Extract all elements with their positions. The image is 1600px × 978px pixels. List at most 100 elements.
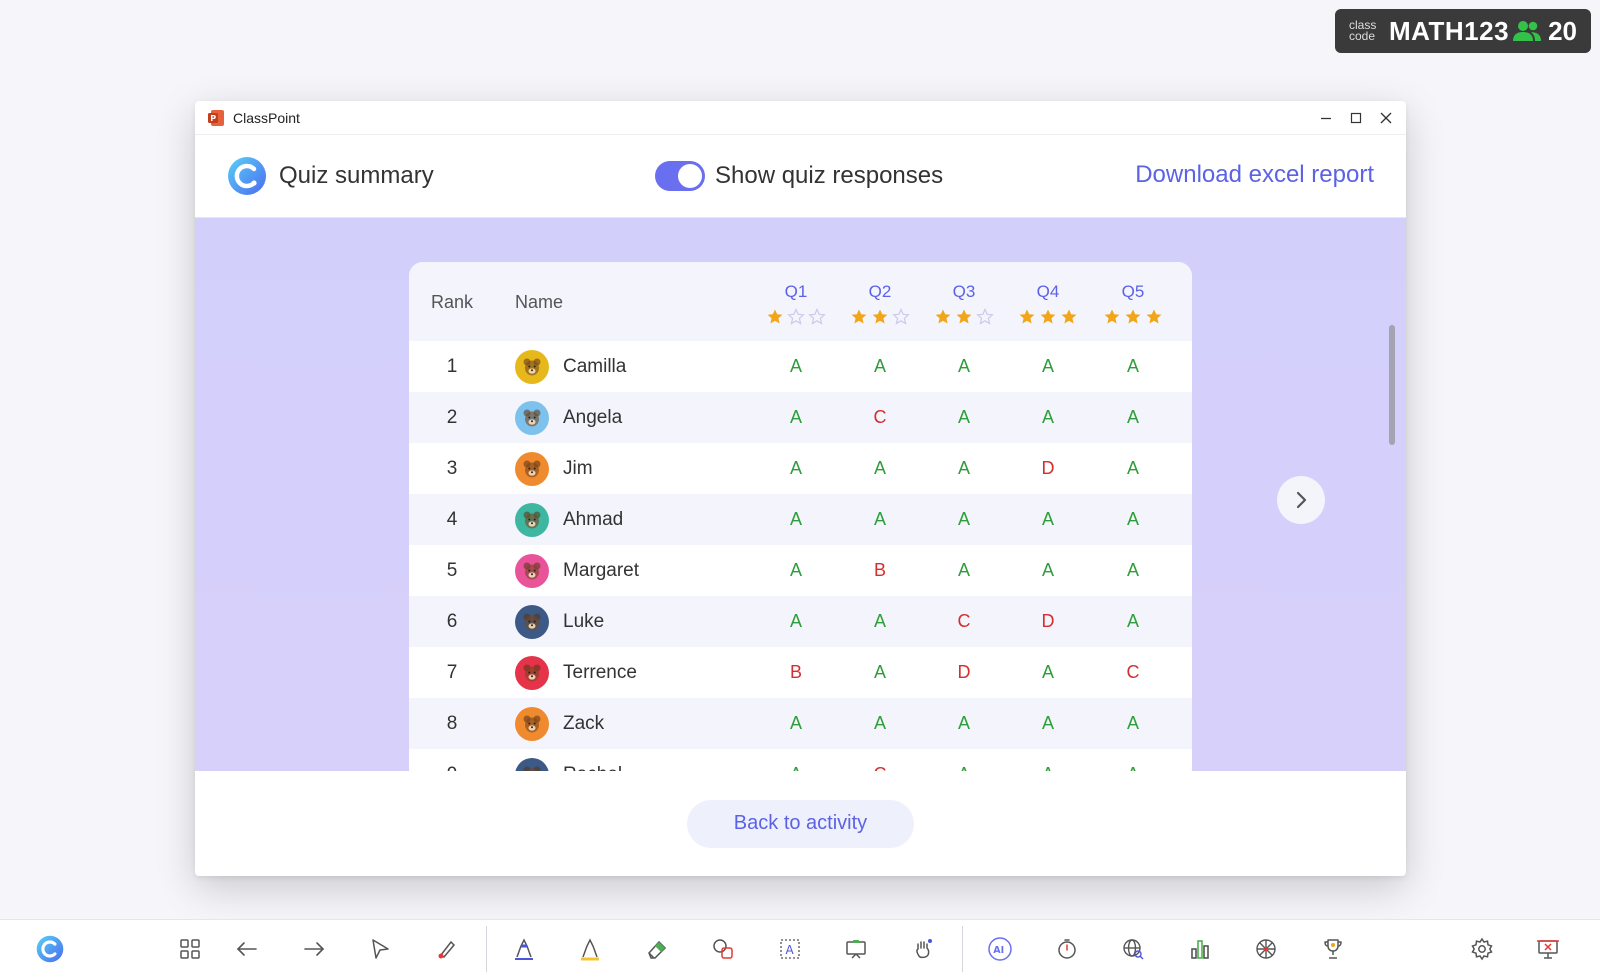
answer-cell-q1: A [789,611,802,631]
answer-cell-q5: A [1126,407,1139,427]
rank-cell: 8 [446,712,458,734]
ai-icon: AI [988,937,1012,961]
student-name: Camilla [563,355,627,377]
table-row[interactable]: 9RachelACAAA [409,749,1192,771]
question-header-q5[interactable]: Q5 [1090,282,1176,326]
pen-button[interactable] [505,930,543,968]
answer-cell-q2: A [873,713,886,733]
raccoon-avatar-icon [515,655,549,690]
whiteboard-button[interactable] [837,930,875,968]
svg-text:A: A [786,943,795,957]
table-row[interactable]: 8 Zack A A A A A [409,698,1192,749]
student-name: Rachel [563,764,622,772]
chart-icon [1191,940,1209,959]
student-name: Margaret [563,559,640,581]
answer-cell-q1: A [789,356,802,376]
question-header-q4[interactable]: Q4 [1005,282,1091,326]
answer-cell-q3: A [957,356,970,376]
answer-cell-q1: A [753,764,839,771]
slides-grid-button[interactable] [171,930,209,968]
star-empty-icon [808,308,826,325]
back-to-activity-button[interactable]: Back to activity [687,799,914,848]
app-title: ClassPoint [233,109,300,126]
answer-cell-q4: D [1041,458,1055,478]
star-empty-icon [787,308,805,325]
ai-button[interactable]: AI [981,930,1019,968]
results-area: Rank Name Q1 Q2 Q3 Q4 Q5 1 Camilla A A A A A 2 Angel… [195,218,1406,771]
previous-arrow-icon [236,942,257,956]
answer-cell-q3: A [957,509,970,529]
leaderboard-button[interactable] [1314,930,1352,968]
answer-cell-q1: B [789,662,802,682]
answer-cell-q3: A [921,764,1007,771]
classpoint-menu-button[interactable] [31,930,69,968]
star-filled-icon [1019,309,1035,324]
question-header-q2[interactable]: Q2 [837,282,923,326]
table-row[interactable]: 3 Jim A A A D A [409,443,1192,494]
previous-slide-button[interactable] [228,930,266,968]
download-excel-link[interactable]: Download excel report [1135,161,1374,189]
slides-grid-icon [180,939,200,959]
next-arrow-icon [304,942,325,956]
exit-slideshow-icon [1537,940,1559,959]
svg-text:AI: AI [993,945,1004,956]
maximize-button[interactable] [1348,110,1364,126]
minimize-button[interactable] [1318,110,1334,126]
web-search-button[interactable] [1114,930,1152,968]
question-header-q3[interactable]: Q3 [921,282,1007,326]
star-filled-icon [767,309,783,324]
toolbar-divider [486,926,487,972]
minimize-icon [1321,117,1331,119]
answer-cell-q1: A [789,407,802,427]
answer-cell-q2: A [873,611,886,631]
shapes-icon [713,939,733,959]
table-row[interactable]: 2 Angela A C A A A [409,392,1192,443]
eraser-button[interactable] [638,930,676,968]
eraser-icon [648,940,667,959]
table-row[interactable]: 4 Ahmad A A A A A [409,494,1192,545]
chevron-right-icon [1296,491,1307,509]
drag-hand-icon [916,939,932,959]
table-row[interactable]: 6 Luke A A C D A [409,596,1192,647]
laser-pen-button[interactable] [428,930,466,968]
timer-button[interactable] [1048,930,1086,968]
close-icon [1380,112,1392,123]
settings-button[interactable] [1463,930,1501,968]
highlighter-button[interactable] [571,930,609,968]
exit-slideshow-button[interactable] [1529,930,1567,968]
classpoint-logo-icon [228,157,266,195]
koala-avatar-icon [515,706,549,741]
participants-count: 20 [1512,16,1577,47]
table-row[interactable]: 1 Camilla A A A A A [409,341,1192,392]
answer-cell-q4: A [1041,407,1054,427]
next-slide-button[interactable] [295,930,333,968]
student-name: Terrence [563,661,637,683]
results-chart-button[interactable] [1181,930,1219,968]
shapes-button[interactable] [704,930,742,968]
show-responses-toggle[interactable] [655,161,705,191]
answer-cell-q2: A [873,356,886,376]
rank-cell: 6 [446,610,458,632]
answer-cell-q2: A [873,458,886,478]
table-row[interactable]: 5 Margaret A B A A A [409,545,1192,596]
next-questions-button[interactable] [1277,476,1325,524]
answer-cell-q4: A [1041,356,1054,376]
classpoint-logo-icon [36,935,64,963]
text-box-button[interactable]: A [771,930,809,968]
toolbar-divider [962,926,963,972]
close-button[interactable] [1378,110,1394,126]
vertical-scrollbar[interactable] [1389,325,1395,445]
star-filled-icon [851,309,867,324]
star-filled-icon [1040,309,1056,324]
show-responses-control: Show quiz responses [655,161,943,191]
drag-objects-button[interactable] [904,930,942,968]
gear-icon [1471,937,1493,961]
name-wheel-button[interactable] [1247,930,1285,968]
pointer-button[interactable] [361,930,399,968]
star-empty-icon [892,308,910,325]
class-code-badge[interactable]: class code MATH123 20 [1335,9,1591,53]
table-row[interactable]: 7 Terrence B A D A C [409,647,1192,698]
question-header-q1[interactable]: Q1 [753,282,839,326]
timer-icon [1058,939,1076,959]
student-name: Jim [563,457,593,479]
